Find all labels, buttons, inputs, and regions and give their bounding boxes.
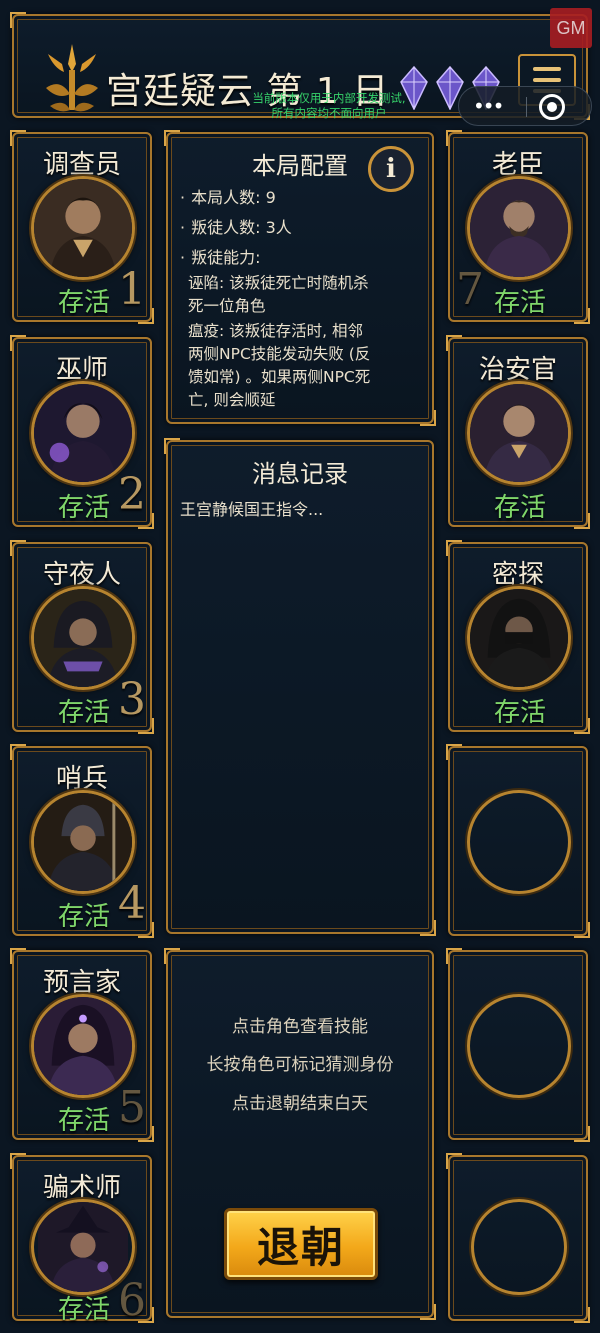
hint-mark-identity: 长按角色可标记猜测身份 [206,1055,394,1075]
hamburger-icon [533,67,561,71]
player-count-line: · 本局人数: 9 [180,188,276,207]
character-card-magistrate[interactable]: 治安官 存活 [446,335,590,529]
character-card-sentry[interactable]: 哨兵 存活 4 [10,744,154,938]
message-log-panel[interactable]: 消息记录 王宫静候国王指令... [164,438,436,936]
hint-end-day: 点击退朝结束白天 [232,1094,368,1114]
ability-plague: 瘟疫: 该叛徒存活时, 相邻 两侧NPC技能发动失败 (反 馈如常) 。如果两侧… [188,322,371,409]
character-card-prophet[interactable]: 预言家 存活 5 [10,948,154,1142]
hint-view-skills: 点击角色查看技能 [232,1017,368,1037]
game-config-panel: 本局配置 i · 本局人数: 9 · 叛徒人数: 3人 · 叛徒能力: 诬陷: 该叛徒… [164,130,436,426]
character-portrait [467,586,571,690]
seat-number: 4 [118,878,146,929]
empty-seat-ring [467,790,571,894]
gm-button[interactable]: GM [550,8,592,48]
more-options-icon[interactable]: ••• [473,96,504,116]
status-alive: 存活 [493,698,546,728]
ability-frame: 诬陷: 该叛徒死亡时随机杀 死一位角色 [188,274,369,315]
close-miniprogram-icon[interactable] [539,94,565,120]
trident-crest-icon [46,44,98,112]
empty-seat-9[interactable] [446,948,590,1142]
log-title: 消息记录 [252,460,348,488]
log-entry: 王宫静候国王指令... [180,500,324,519]
empty-seat-8[interactable] [446,744,590,938]
traitor-ability-heading: · 叛徒能力: [180,248,261,267]
miniprogram-capsule: ••• [458,86,592,126]
status-alive: 存活 [493,493,546,523]
seat-number: 3 [118,674,146,725]
seat-number: 7 [456,264,484,315]
character-portrait [467,381,571,485]
character-card-night-watchman[interactable]: 守夜人 存活 3 [10,540,154,734]
seat-number: 6 [118,1275,146,1326]
info-icon[interactable]: i [368,146,414,192]
empty-seat-ring [471,1199,567,1295]
hints-panel: 点击角色查看技能 长按角色可标记猜测身份 点击退朝结束白天 退朝 [164,948,436,1320]
character-card-spy[interactable]: 密探 存活 [446,540,590,734]
empty-seat-10[interactable] [446,1153,590,1323]
character-card-wizard[interactable]: 巫师 存活 2 [10,335,154,529]
seat-number: 1 [118,264,146,315]
end-court-button[interactable]: 退朝 [224,1208,378,1280]
seat-number: 5 [118,1082,146,1133]
seat-number: 2 [118,469,146,520]
character-card-old-minister[interactable]: 老臣 存活 7 [446,130,590,324]
traitor-count-line: · 叛徒人数: 3人 [180,218,292,237]
empty-seat-ring [467,994,571,1098]
character-card-investigator[interactable]: 调查员 存活 1 [10,130,154,324]
character-card-trickster[interactable]: 骗术师 存活 6 [10,1153,154,1326]
dev-notice: 当前版本仅用于内部开发测试, 所有内容均不面向用户 [252,91,406,120]
